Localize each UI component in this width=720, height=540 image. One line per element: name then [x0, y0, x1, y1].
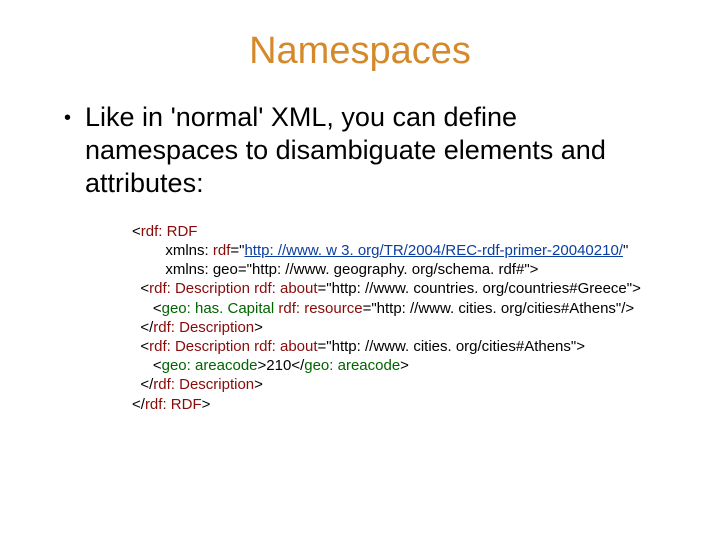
t: xmlns:: [132, 242, 213, 259]
slide-title: Namespaces: [36, 30, 684, 73]
bullet-dot-icon: •: [64, 101, 71, 135]
rdf-keyword: rdf: Description: [153, 376, 254, 393]
t: >: [254, 319, 263, 336]
code-line-10: </rdf: RDF>: [132, 395, 672, 414]
code-line-3: xmlns: geo="http: //www. geography. org/…: [132, 260, 672, 279]
geo-keyword: geo: areacode: [304, 357, 400, 374]
t: ="http: //www. countries. org/countries#…: [318, 280, 641, 297]
code-block: <rdf: RDF xmlns: rdf="http: //www. w 3. …: [132, 222, 672, 414]
rdf-keyword: rdf: [213, 242, 231, 259]
rdf-keyword: rdf: RDF: [145, 396, 202, 413]
t: >: [400, 357, 409, 374]
rdf-keyword: rdf: Description: [153, 319, 254, 336]
namespace-link[interactable]: http: //www. w 3. org/TR/2004/REC-rdf-pr…: [244, 242, 623, 259]
code-line-9: </rdf: Description>: [132, 375, 672, 394]
code-line-4: <rdf: Description rdf: about="http: //ww…: [132, 279, 672, 298]
t: <: [132, 338, 149, 355]
code-line-1: <rdf: RDF: [132, 222, 672, 241]
t: ="http: //www. cities. org/cities#Athens…: [363, 300, 635, 317]
code-line-6: </rdf: Description>: [132, 318, 672, 337]
rdf-keyword: rdf: Description: [149, 338, 250, 355]
t: </: [132, 376, 153, 393]
t: <: [132, 300, 162, 317]
bullet-item: • Like in 'normal' XML, you can define n…: [64, 101, 672, 200]
bullet-text: Like in 'normal' XML, you can define nam…: [85, 101, 672, 200]
code-line-5: <geo: has. Capital rdf: resource="http: …: [132, 299, 672, 318]
rdf-keyword: rdf: about: [254, 280, 317, 297]
t: <: [132, 280, 149, 297]
rdf-keyword: rdf: RDF: [141, 223, 198, 240]
t: >: [254, 376, 263, 393]
t: =": [230, 242, 244, 259]
code-line-7: <rdf: Description rdf: about="http: //ww…: [132, 337, 672, 356]
slide: Namespaces • Like in 'normal' XML, you c…: [0, 0, 720, 540]
t: xmlns: geo="http: //www. geography. org/…: [132, 261, 538, 278]
t: <: [132, 223, 141, 240]
rdf-keyword: rdf: about: [254, 338, 317, 355]
t: >: [202, 396, 211, 413]
rdf-keyword: rdf: Description: [149, 280, 250, 297]
code-line-2: xmlns: rdf="http: //www. w 3. org/TR/200…: [132, 241, 672, 260]
geo-keyword: geo: has. Capital: [162, 300, 275, 317]
bullet-block: • Like in 'normal' XML, you can define n…: [36, 101, 684, 414]
t: </: [132, 319, 153, 336]
code-line-8: <geo: areacode>210</geo: areacode>: [132, 356, 672, 375]
t: ="http: //www. cities. org/cities#Athens…: [318, 338, 585, 355]
t: <: [132, 357, 162, 374]
geo-keyword: geo: areacode: [162, 357, 258, 374]
t: >210</: [258, 357, 305, 374]
rdf-keyword: rdf: resource: [278, 300, 362, 317]
t: </: [132, 396, 145, 413]
t: ": [623, 242, 628, 259]
